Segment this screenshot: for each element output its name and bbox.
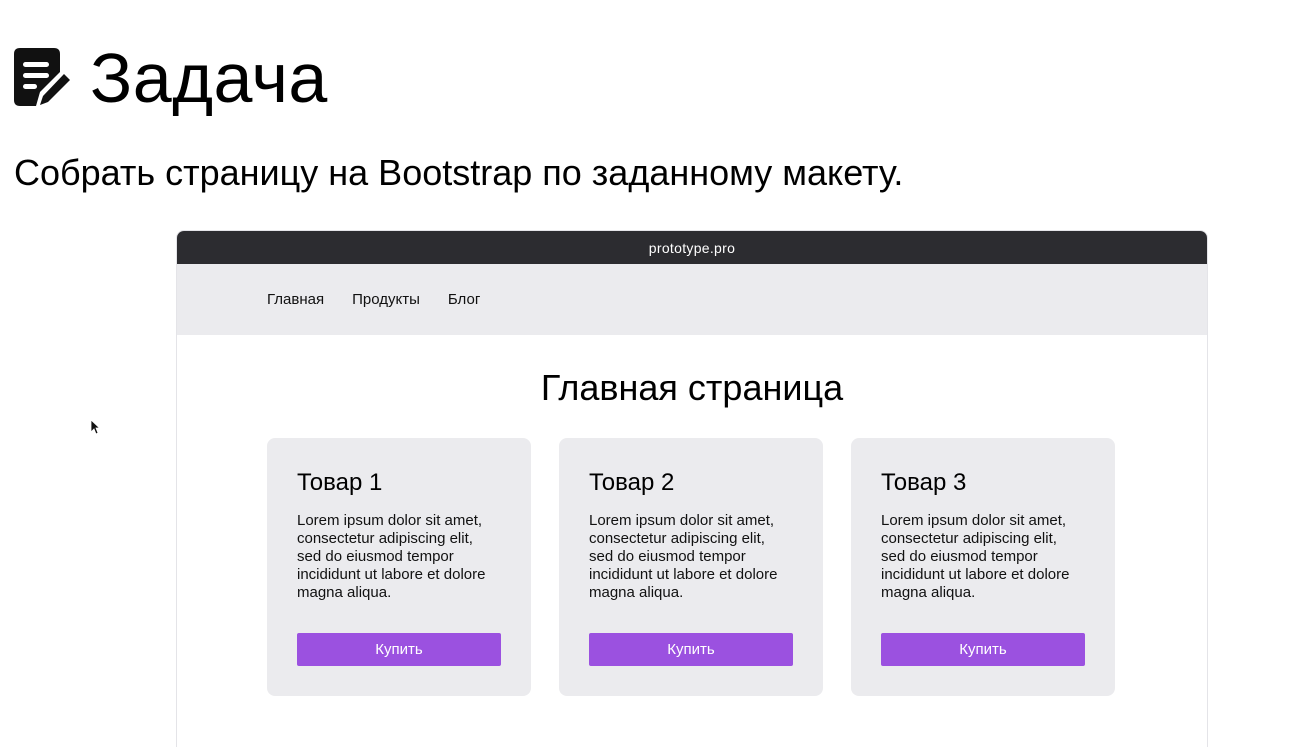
site-navbar: Главная Продукты Блог	[177, 264, 1207, 335]
mouse-cursor-icon	[90, 419, 100, 435]
product-card: Товар 2 Lorem ipsum dolor sit amet, cons…	[559, 438, 823, 696]
browser-mockup: prototype.pro Главная Продукты Блог Глав…	[176, 230, 1208, 747]
nav-link-products[interactable]: Продукты	[352, 291, 420, 308]
card-text: Lorem ipsum dolor sit amet, consectetur …	[297, 512, 486, 601]
slide: Задача Собрать страницу на Bootstrap по …	[0, 0, 1292, 747]
card-title: Товар 1	[297, 469, 383, 496]
product-card: Товар 3 Lorem ipsum dolor sit amet, cons…	[851, 438, 1115, 696]
card-title: Товар 2	[589, 469, 675, 496]
card-title: Товар 3	[881, 469, 967, 496]
buy-button[interactable]: Купить	[297, 633, 501, 666]
browser-url: prototype.pro	[648, 239, 736, 256]
product-card: Товар 1 Lorem ipsum dolor sit amet, cons…	[267, 438, 531, 696]
nav-link-blog[interactable]: Блог	[448, 291, 480, 308]
slide-title: Задача	[90, 39, 328, 117]
buy-button[interactable]: Купить	[881, 633, 1085, 666]
task-description: Собрать страницу на Bootstrap по заданно…	[14, 152, 904, 193]
page-heading: Главная страница	[540, 367, 844, 408]
card-text: Lorem ipsum dolor sit amet, consectetur …	[881, 512, 1070, 601]
card-text: Lorem ipsum dolor sit amet, consectetur …	[589, 512, 778, 601]
edit-note-icon	[14, 48, 70, 106]
nav-link-home[interactable]: Главная	[267, 291, 324, 308]
task-header: Задача	[14, 38, 328, 118]
browser-address-bar: prototype.pro	[177, 231, 1207, 264]
buy-button[interactable]: Купить	[589, 633, 793, 666]
product-cards: Товар 1 Lorem ipsum dolor sit amet, cons…	[267, 438, 1115, 696]
